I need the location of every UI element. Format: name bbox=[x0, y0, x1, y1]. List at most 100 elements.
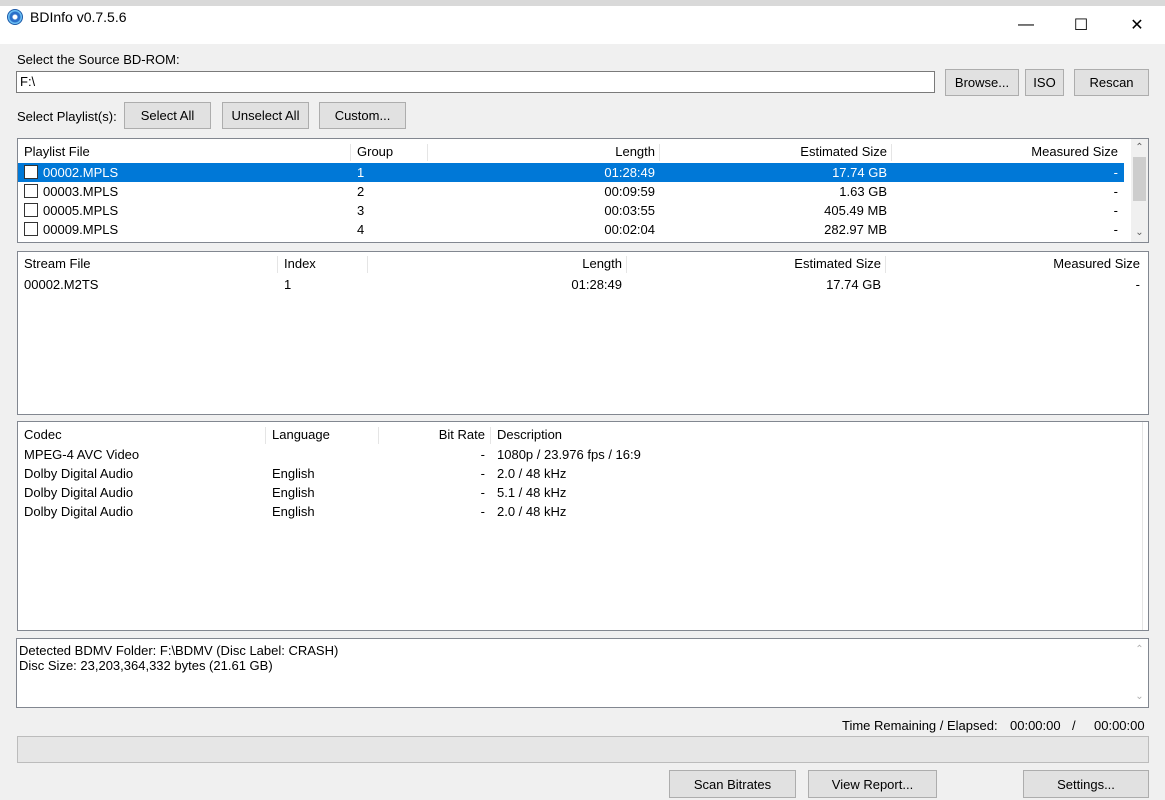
playlist-measured: - bbox=[1113, 222, 1118, 237]
codec-description: 5.1 / 48 kHz bbox=[497, 485, 567, 500]
unselect-all-button[interactable]: Unselect All bbox=[222, 102, 309, 129]
select-all-button[interactable]: Select All bbox=[124, 102, 211, 129]
col-measured-size[interactable]: Measured Size bbox=[892, 142, 1118, 161]
playlist-row[interactable]: 00003.MPLS 2 00:09:59 1.63 GB - bbox=[18, 182, 1124, 201]
playlist-measured: - bbox=[1113, 184, 1118, 199]
playlist-length: 00:09:59 bbox=[604, 184, 655, 199]
playlist-checkbox[interactable] bbox=[24, 222, 38, 236]
playlist-file: 00002.MPLS bbox=[43, 165, 119, 180]
playlist-group: 4 bbox=[357, 222, 365, 237]
time-label: Time Remaining / Elapsed: bbox=[842, 718, 998, 733]
custom-button[interactable]: Custom... bbox=[319, 102, 406, 129]
playlist-file: 00009.MPLS bbox=[43, 222, 119, 237]
codec-description: 2.0 / 48 kHz bbox=[497, 466, 567, 481]
playlist-estimated: 17.74 GB bbox=[832, 165, 887, 180]
time-remaining: 00:00:00 bbox=[1010, 718, 1061, 733]
codec-row[interactable]: Dolby Digital Audio English -2.0 / 48 kHz bbox=[18, 464, 1128, 483]
col-length[interactable]: Length bbox=[428, 142, 655, 161]
playlist-file: 00003.MPLS bbox=[43, 184, 119, 199]
log-scrollbar[interactable]: ⌃ ⌄ bbox=[1131, 639, 1148, 707]
scroll-down-icon[interactable]: ⌄ bbox=[1131, 224, 1148, 241]
col-stream-file[interactable]: Stream File bbox=[24, 254, 90, 273]
codec-bitrate: - bbox=[480, 447, 485, 462]
codec-name: Dolby Digital Audio bbox=[24, 466, 134, 481]
col-index[interactable]: Index bbox=[284, 254, 316, 273]
col-bitrate[interactable]: Bit Rate bbox=[379, 425, 485, 444]
minimize-button[interactable]: — bbox=[1003, 6, 1049, 44]
source-path-input[interactable]: F:\ bbox=[16, 71, 935, 93]
iso-button[interactable]: ISO bbox=[1025, 69, 1064, 96]
codec-row[interactable]: Dolby Digital Audio English -2.0 / 48 kHz bbox=[18, 502, 1128, 521]
codec-language: English bbox=[272, 504, 315, 519]
playlist-checkbox[interactable] bbox=[24, 184, 38, 198]
browse-button[interactable]: Browse... bbox=[945, 69, 1019, 96]
col-group[interactable]: Group bbox=[357, 142, 393, 161]
stream-list[interactable]: Stream File Index Length Estimated Size … bbox=[17, 251, 1149, 415]
log-line: Disc Size: 23,203,364,332 bytes (21.61 G… bbox=[19, 658, 273, 673]
stream-header: Stream File Index Length Estimated Size … bbox=[18, 254, 1148, 273]
col-stream-measured[interactable]: Measured Size bbox=[886, 254, 1140, 273]
rescan-button[interactable]: Rescan bbox=[1074, 69, 1149, 96]
codec-row[interactable]: MPEG-4 AVC Video -1080p / 23.976 fps / 16… bbox=[18, 445, 1128, 464]
log-line: Detected BDMV Folder: F:\BDMV (Disc Labe… bbox=[19, 643, 339, 658]
codec-header: Codec Language Bit Rate Description bbox=[18, 425, 1128, 444]
playlist-estimated: 282.97 MB bbox=[824, 222, 887, 237]
select-playlists-label: Select Playlist(s): bbox=[17, 109, 117, 124]
playlist-group: 2 bbox=[357, 184, 365, 199]
codec-bitrate: - bbox=[480, 504, 485, 519]
scan-bitrates-button[interactable]: Scan Bitrates bbox=[669, 770, 796, 798]
close-button[interactable]: ✕ bbox=[1114, 6, 1160, 44]
col-estimated-size[interactable]: Estimated Size bbox=[660, 142, 887, 161]
stream-row[interactable]: 00002.M2TS 1 01:28:49 17.74 GB - bbox=[18, 275, 1148, 294]
playlist-estimated: 405.49 MB bbox=[824, 203, 887, 218]
col-stream-length[interactable]: Length bbox=[368, 254, 622, 273]
playlist-length: 01:28:49 bbox=[604, 165, 655, 180]
codec-bitrate: - bbox=[480, 485, 485, 500]
playlist-group: 3 bbox=[357, 203, 365, 218]
time-separator: / bbox=[1072, 718, 1076, 733]
source-label: Select the Source BD-ROM: bbox=[17, 52, 180, 67]
col-description[interactable]: Description bbox=[497, 425, 562, 444]
codec-name: MPEG-4 AVC Video bbox=[24, 447, 140, 462]
maximize-button[interactable]: ☐ bbox=[1058, 6, 1104, 44]
playlist-estimated: 1.63 GB bbox=[839, 184, 887, 199]
scroll-thumb[interactable] bbox=[1133, 157, 1146, 201]
codec-name: Dolby Digital Audio bbox=[24, 485, 134, 500]
scroll-up-icon[interactable]: ⌃ bbox=[1131, 641, 1148, 658]
playlist-measured: - bbox=[1113, 165, 1118, 180]
playlist-file: 00005.MPLS bbox=[43, 203, 119, 218]
codec-row[interactable]: Dolby Digital Audio English -5.1 / 48 kHz bbox=[18, 483, 1128, 502]
scroll-down-icon[interactable]: ⌄ bbox=[1131, 688, 1148, 705]
stream-measured: - bbox=[1135, 277, 1140, 292]
scroll-up-icon[interactable]: ⌃ bbox=[1131, 139, 1148, 156]
playlist-row[interactable]: 00009.MPLS 4 00:02:04 282.97 MB - bbox=[18, 220, 1124, 239]
disc-icon bbox=[7, 9, 23, 25]
playlist-row[interactable]: 00002.MPLS 1 01:28:49 17.74 GB - bbox=[18, 163, 1124, 182]
codec-name: Dolby Digital Audio bbox=[24, 504, 134, 519]
stream-index: 1 bbox=[284, 277, 292, 292]
playlist-checkbox[interactable] bbox=[24, 165, 38, 179]
col-codec[interactable]: Codec bbox=[24, 425, 62, 444]
playlist-length: 00:03:55 bbox=[604, 203, 655, 218]
window-title: BDInfo v0.7.5.6 bbox=[30, 9, 127, 25]
col-playlist-file[interactable]: Playlist File bbox=[24, 142, 90, 161]
playlist-list[interactable]: Playlist File Group Length Estimated Siz… bbox=[17, 138, 1149, 243]
stream-length: 01:28:49 bbox=[571, 277, 622, 292]
playlist-row[interactable]: 00005.MPLS 3 00:03:55 405.49 MB - bbox=[18, 201, 1124, 220]
stream-estimated: 17.74 GB bbox=[826, 277, 881, 292]
progress-bar bbox=[17, 736, 1149, 763]
view-report-button[interactable]: View Report... bbox=[808, 770, 937, 798]
codec-description: 1080p / 23.976 fps / 16:9 bbox=[497, 447, 641, 462]
log-box[interactable]: Detected BDMV Folder: F:\BDMV (Disc Labe… bbox=[16, 638, 1149, 708]
codec-language: English bbox=[272, 466, 315, 481]
playlist-length: 00:02:04 bbox=[604, 222, 655, 237]
settings-button[interactable]: Settings... bbox=[1023, 770, 1149, 798]
playlist-checkbox[interactable] bbox=[24, 203, 38, 217]
playlist-scrollbar[interactable]: ⌃ ⌄ bbox=[1131, 139, 1148, 242]
col-stream-estimated[interactable]: Estimated Size bbox=[627, 254, 881, 273]
codec-list[interactable]: Codec Language Bit Rate Description MPEG… bbox=[17, 421, 1149, 631]
col-language[interactable]: Language bbox=[272, 425, 330, 444]
title-bar bbox=[0, 0, 1165, 44]
stream-file: 00002.M2TS bbox=[24, 277, 99, 292]
codec-language: English bbox=[272, 485, 315, 500]
